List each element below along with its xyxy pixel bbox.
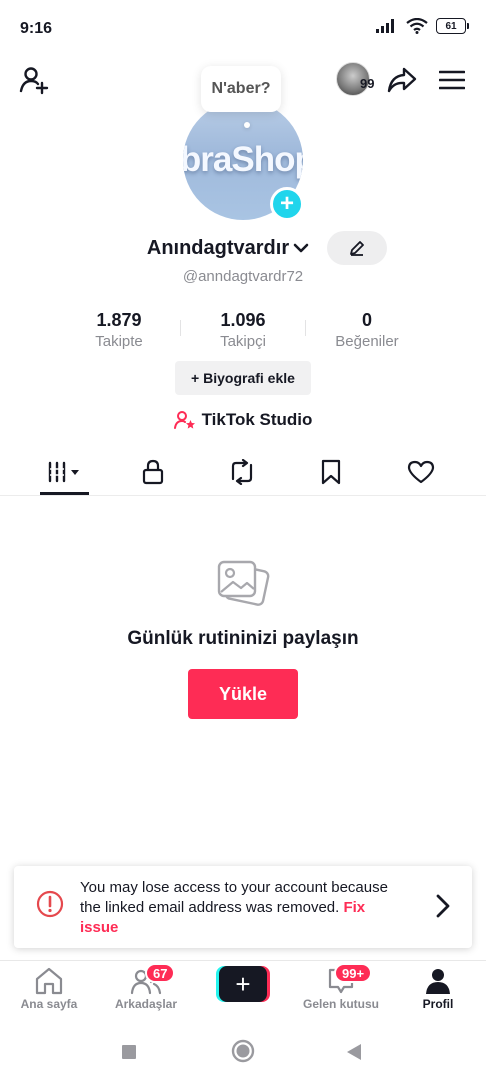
nav-label: Ana sayfa <box>20 997 78 1011</box>
add-user-icon <box>19 67 49 95</box>
add-friend-button[interactable] <box>16 62 52 98</box>
create-button[interactable]: + <box>216 966 270 1002</box>
share-profile-button[interactable] <box>384 62 420 98</box>
nav-label: Profil <box>422 997 454 1011</box>
battery-indicator: 61 <box>436 18 469 34</box>
add-story-button[interactable]: + <box>270 187 304 221</box>
menu-button[interactable] <box>434 62 470 98</box>
stat-value: 1.879 <box>96 310 142 330</box>
stat-following[interactable]: 1.879 Takipte <box>54 310 184 350</box>
status-time: 9:16 <box>20 20 53 37</box>
profile-stats: 1.879 Takipte 1.096 Takipçi 0 Beğeniler <box>0 310 486 354</box>
stat-label: Takipte <box>95 333 143 350</box>
home-circle-icon[interactable] <box>231 1039 255 1063</box>
bubble-tail <box>244 122 250 128</box>
repost-icon <box>231 459 253 485</box>
chevron-right-icon[interactable] <box>432 892 454 920</box>
active-tab-indicator <box>40 492 89 495</box>
nav-label: Arkadaşlar <box>114 997 178 1011</box>
edit-profile-button[interactable] <box>327 231 388 265</box>
add-bio-button[interactable]: + Biyografi ekle <box>175 361 311 395</box>
tiktok-studio-link[interactable]: TikTok Studio <box>0 410 486 430</box>
plus-icon: + <box>219 966 267 1002</box>
friends-badge: 67 <box>145 963 176 983</box>
tab-videos[interactable] <box>35 454 95 490</box>
signal-icon <box>376 19 394 33</box>
status-icons: 61 <box>376 18 469 34</box>
photos-icon <box>217 560 270 606</box>
warning-text: You may lose access to your account beca… <box>80 879 388 916</box>
tab-favorites[interactable] <box>301 454 361 490</box>
recents-icon[interactable] <box>121 1044 137 1060</box>
status-bar: 9:16 61 <box>0 0 486 56</box>
tab-reposts[interactable] <box>212 454 272 490</box>
pencil-icon <box>350 241 365 256</box>
nav-home[interactable]: Ana sayfa <box>4 967 94 1011</box>
inbox-badge: 99+ <box>334 963 373 983</box>
empty-state-title: Günlük rutininizi paylaşın <box>127 628 359 649</box>
system-navigation <box>0 1022 486 1080</box>
stat-followers[interactable]: 1.096 Takipçi <box>178 310 308 350</box>
status-bubble[interactable]: N'aber? <box>201 66 281 112</box>
stat-label: Takipçi <box>220 333 266 350</box>
avatar-logo-text: ibraShop <box>183 140 303 179</box>
stat-likes[interactable]: 0 Beğeniler <box>302 310 432 350</box>
wifi-icon <box>406 18 428 34</box>
story-count: 99 <box>360 76 375 91</box>
stat-value: 0 <box>361 310 372 330</box>
stat-value: 1.096 <box>220 310 266 330</box>
bookmark-icon <box>321 459 341 485</box>
studio-user-star-icon <box>173 411 195 429</box>
username-handle: @anndagtvardr72 <box>182 268 304 285</box>
profile-icon <box>426 969 450 994</box>
back-icon[interactable] <box>346 1043 362 1061</box>
hamburger-icon <box>439 70 465 90</box>
studio-label: TikTok Studio <box>201 410 313 429</box>
content-tabs <box>0 448 486 496</box>
stat-label: Beğeniler <box>335 333 399 350</box>
tab-liked[interactable] <box>391 454 451 490</box>
share-icon <box>387 67 417 93</box>
warning-message: You may lose access to your account beca… <box>80 878 400 938</box>
lock-icon <box>142 459 164 485</box>
nav-profile[interactable]: Profil <box>393 967 483 1011</box>
chevron-down-icon[interactable] <box>293 242 309 254</box>
home-icon <box>35 967 63 995</box>
nav-label: Gelen kutusu <box>302 997 379 1011</box>
name-row: Anındagtvardır <box>0 230 486 266</box>
tab-private[interactable] <box>123 454 183 490</box>
alert-icon <box>36 890 64 918</box>
account-warning-banner[interactable]: You may lose access to your account beca… <box>14 866 472 948</box>
upload-button[interactable]: Yükle <box>188 669 298 719</box>
grid-filter-icon <box>48 461 79 483</box>
heart-icon <box>407 460 435 484</box>
display-name[interactable]: Anındagtvardır <box>147 237 289 260</box>
